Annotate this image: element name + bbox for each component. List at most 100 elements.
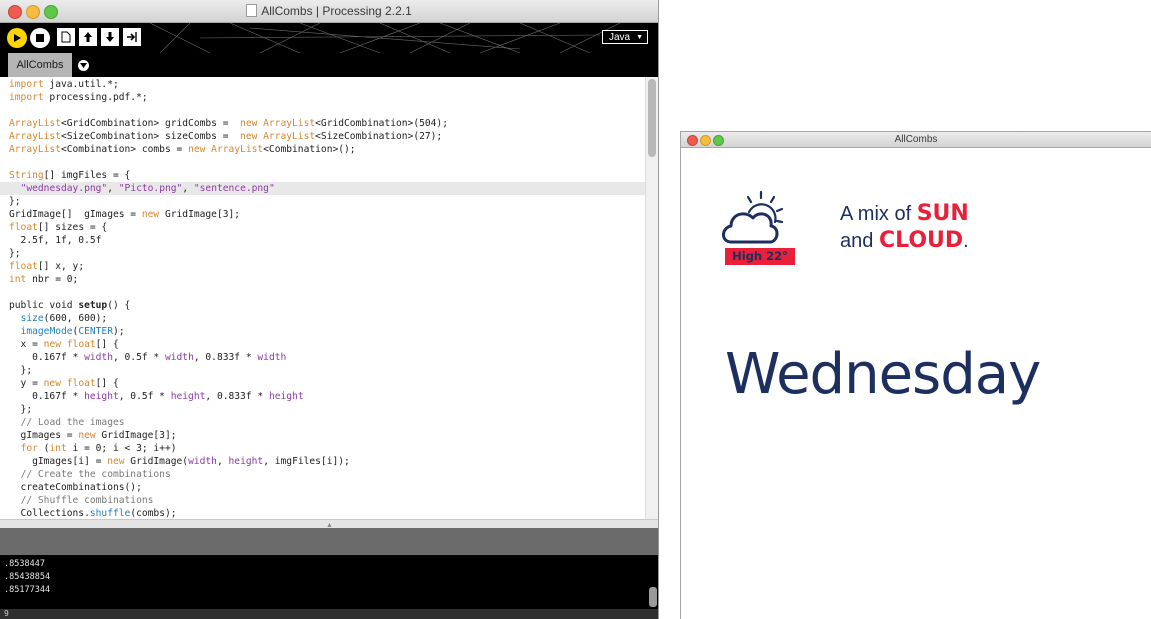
code-token: String [9, 170, 44, 181]
sentence-line-2: and CLOUD. [840, 229, 969, 253]
code-token: ArrayList [9, 144, 61, 155]
code-line: 0.167f * height, 0.5f * height, 0.833f *… [9, 391, 304, 402]
processing-ide-window: AllCombs | Processing 2.2.1 Java ▼ AllCo… [0, 0, 658, 619]
code-line: 0.167f * width, 0.5f * width, 0.833f * w… [9, 352, 287, 363]
tab-allcombs[interactable]: AllCombs [8, 53, 72, 77]
sentence-text: and [840, 230, 879, 252]
code-line: float[] x, y; [9, 261, 85, 272]
code-token: new [43, 339, 61, 350]
mode-selector[interactable]: Java ▼ [602, 30, 648, 44]
code-token: new [240, 131, 258, 142]
tab-menu-chevron-icon [80, 63, 87, 68]
code-token: ArrayList [263, 118, 316, 129]
code-token: width [164, 352, 194, 363]
code-token: height [228, 456, 264, 467]
new-button[interactable] [57, 28, 75, 46]
code-token: ArrayList [263, 131, 316, 142]
code-token: float [9, 261, 38, 272]
ide-title-wrap: AllCombs | Processing 2.2.1 [0, 4, 658, 18]
code-line: gImages = new GridImage[3]; [9, 430, 177, 441]
console-scrollbar[interactable] [649, 587, 657, 607]
new-file-icon [61, 31, 71, 43]
stop-button[interactable] [30, 28, 50, 48]
line-number: 9 [4, 609, 9, 618]
open-icon [84, 32, 92, 42]
code-token: "wednesday.png" [20, 183, 108, 194]
code-line: String[] imgFiles = { [9, 170, 131, 181]
code-line: y = new float[] { [9, 378, 119, 389]
code-token: width [188, 456, 217, 467]
code-line: gImages[i] = new GridImage(width, height… [9, 456, 350, 467]
code-line: 2.5f, 1f, 0.5f [9, 235, 102, 246]
code-line: ArrayList<Combination> combs = new Array… [9, 144, 356, 155]
tab-label: AllCombs [16, 59, 64, 71]
code-line: createCombinations(); [9, 482, 142, 493]
document-icon [246, 4, 258, 17]
open-button[interactable] [79, 28, 97, 46]
code-line-highlighted: "wednesday.png", "Picto.png", "sentence.… [0, 182, 649, 195]
sketch-titlebar[interactable]: AllCombs [681, 132, 1151, 148]
code-line: GridImage[] gImages = new GridImage[3]; [9, 209, 241, 220]
code-token: setup [78, 300, 108, 311]
tab-menu-button[interactable] [78, 60, 89, 71]
chevron-down-icon: ▼ [636, 34, 643, 41]
code-token: import [9, 92, 44, 103]
code-line: }; [9, 196, 21, 207]
code-token: height [268, 391, 304, 402]
console: .8538447 .85438854 .85177344 [0, 555, 658, 609]
code-token: new [107, 456, 125, 467]
run-icon [14, 34, 21, 42]
day-heading: Wednesday [725, 342, 1041, 407]
code-line: for (int i = 0; i < 3; i++) [20, 443, 177, 454]
stop-icon [36, 34, 44, 42]
editor-scroll-thumb[interactable] [648, 79, 656, 157]
code-token: float [9, 222, 38, 233]
status-bar: 9 [0, 609, 658, 619]
console-line: .85438854 [4, 572, 51, 582]
code-editor[interactable]: import java.util.*; import processing.pd… [0, 77, 658, 519]
sentence-text: A mix of [840, 203, 917, 225]
save-icon [106, 32, 114, 42]
code-token: int [49, 443, 67, 454]
editor-scrollbar[interactable] [645, 77, 658, 519]
code-line: // Shuffle combinations [0, 494, 649, 507]
toolbar-mesh-background [149, 23, 621, 53]
ide-window-title: AllCombs | Processing 2.2.1 [261, 4, 412, 18]
sentence-highlight: SUN [916, 201, 969, 226]
code-token: new [240, 118, 258, 129]
code-token: float [66, 378, 96, 389]
ide-titlebar[interactable]: AllCombs | Processing 2.2.1 [0, 0, 658, 23]
export-button[interactable] [123, 28, 141, 46]
code-line: import java.util.*; [9, 79, 119, 90]
code-token: import [9, 79, 44, 90]
console-line: .8538447 [4, 559, 45, 569]
sentence-text: . [963, 230, 969, 252]
code-line: import processing.pdf.*; [9, 92, 148, 103]
run-button[interactable] [7, 28, 27, 48]
code-token: for [20, 443, 38, 454]
code-line: ArrayList<SizeCombination> sizeCombs = n… [9, 131, 443, 142]
code-token: new [43, 378, 61, 389]
sentence-line-1: A mix of SUN [840, 202, 969, 226]
code-token: new [188, 144, 206, 155]
code-line: int nbr = 0; [9, 274, 79, 285]
code-token: float [66, 339, 96, 350]
code-token: ArrayList [211, 144, 264, 155]
code-token: // Load the images [20, 417, 125, 428]
code-token: int [9, 274, 27, 285]
temperature-badge: High 22° [732, 249, 788, 263]
code-token: new [78, 430, 96, 441]
save-button[interactable] [101, 28, 119, 46]
code-token: ArrayList [9, 118, 61, 129]
code-line: float[] sizes = { [9, 222, 108, 233]
code-line: }; [9, 404, 33, 415]
code-line: // Load the images [0, 416, 649, 429]
export-icon [127, 32, 137, 42]
sketch-output-window: AllCombs High 22° A mix of SUN and CLOUD… [681, 132, 1151, 619]
message-area [0, 528, 658, 555]
code-line: Collections.shuffle(combs); [9, 508, 177, 519]
code-line: ArrayList<GridCombination> gridCombs = n… [9, 118, 448, 129]
code-line: // Create the combinations [0, 468, 649, 481]
code-token: height [170, 391, 206, 402]
code-line: x = new float[] { [9, 339, 119, 350]
